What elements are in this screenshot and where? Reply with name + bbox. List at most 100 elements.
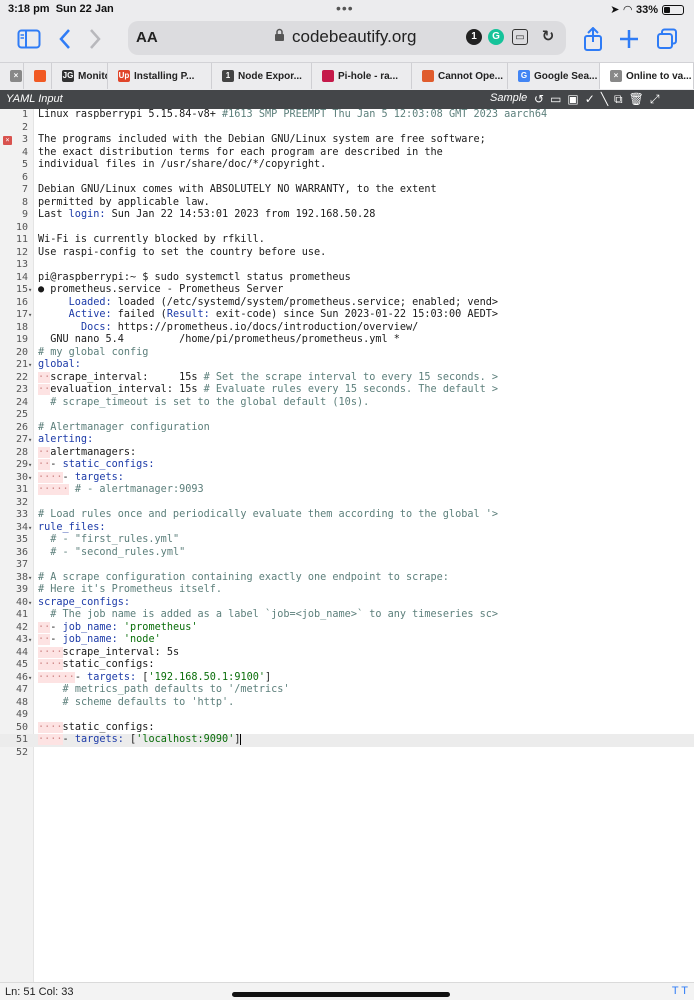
onepassword-icon[interactable]: 1 [466, 29, 482, 45]
code-line[interactable]: 34 ▾ rule_files: [0, 522, 694, 535]
fold-toggle-icon[interactable]: ▾ [28, 459, 32, 472]
sample-button[interactable]: Sample [490, 92, 527, 104]
code-line[interactable]: 42 ··- job_name: 'prometheus' [0, 621, 694, 635]
fold-toggle-icon[interactable]: ▾ [28, 597, 32, 610]
code-line[interactable]: 33 # Load rules once and periodically eva… [0, 509, 694, 522]
code-line[interactable]: 28 ··alertmanagers: [0, 446, 694, 460]
code-line[interactable]: 38 ▾ # A scrape configuration containing e… [0, 572, 694, 585]
format-icon[interactable]: ╲ [601, 92, 608, 107]
fold-toggle-icon[interactable]: ▾ [28, 359, 32, 372]
folder-open-icon[interactable]: ▭ [550, 92, 561, 107]
browser-tab[interactable]: 1 Node Expor... [212, 63, 312, 89]
code-line[interactable]: 9 Last login: Sun Jan 22 14:53:01 2023 fr… [0, 209, 694, 222]
code-line[interactable]: 24 # scrape_timeout is set to the global… [0, 397, 694, 410]
browser-tab[interactable] [24, 63, 52, 89]
code-line[interactable]: 50 ····static_configs: [0, 721, 694, 735]
code-line[interactable]: 7 Debian GNU/Linux comes with ABSOLUTELY … [0, 184, 694, 197]
delete-icon[interactable]: 🗑 [629, 92, 644, 107]
code-line[interactable]: 25 [0, 409, 694, 422]
browser-tab[interactable]: G Google Sea... [508, 63, 600, 89]
fold-toggle-icon[interactable]: ▾ [28, 472, 32, 485]
code-line[interactable]: 2 [0, 122, 694, 135]
code-line[interactable]: 30 ▾ ····- targets: [0, 471, 694, 485]
yaml-editor[interactable]: 1 Linux raspberrypi 5.15.84-v8+ #1613 SMP… [0, 109, 694, 982]
code-line[interactable]: 17 ▾ Active: failed (Result: exit-code) s… [0, 309, 694, 322]
code-line[interactable]: 37 [0, 559, 694, 572]
code-line[interactable]: 4 the exact distribution terms for each p… [0, 147, 694, 160]
font-size-toggle[interactable]: T T [672, 985, 688, 997]
save-icon[interactable]: ▣ [567, 92, 578, 107]
code-line[interactable]: 45 ····static_configs: [0, 659, 694, 672]
jg-icon: JG [62, 70, 74, 82]
code-line[interactable]: 8 permitted by applicable law. [0, 197, 694, 210]
code-line[interactable]: 40 ▾ scrape_configs: [0, 597, 694, 610]
code-line[interactable]: × 3 The programs included with the Debian … [0, 134, 694, 147]
code-line[interactable]: 20 # my global config [0, 347, 694, 360]
grammarly-icon[interactable]: G [488, 29, 504, 45]
fold-toggle-icon[interactable]: ▾ [28, 284, 32, 297]
url-text[interactable]: codebeautify.org [292, 27, 416, 47]
code-line[interactable]: 27 ▾ alerting: [0, 434, 694, 447]
code-area[interactable]: 1 Linux raspberrypi 5.15.84-v8+ #1613 SMP… [0, 109, 694, 759]
code-line[interactable]: 23 ··evaluation_interval: 15s # Evaluate … [0, 384, 694, 397]
fold-toggle-icon[interactable]: ▾ [28, 572, 32, 585]
code-line[interactable]: 14 pi@raspberrypi:~ $ sudo systemctl stat… [0, 272, 694, 285]
home-indicator[interactable] [232, 992, 450, 997]
code-line[interactable]: 12 Use raspi-config to set the country be… [0, 247, 694, 260]
code-line[interactable]: 16 Loaded: loaded (/etc/systemd/system/p… [0, 297, 694, 310]
code-line[interactable]: 1 Linux raspberrypi 5.15.84-v8+ #1613 SMP… [0, 109, 694, 122]
back-icon[interactable] [50, 24, 80, 54]
fullscreen-icon[interactable]: ⤢ [650, 92, 660, 107]
code-line[interactable]: 13 [0, 259, 694, 272]
fold-toggle-icon[interactable]: ▾ [28, 309, 32, 322]
code-line[interactable]: 39 # Here it's Prometheus itself. [0, 584, 694, 597]
browser-tab[interactable]: × Online to va... [600, 63, 694, 89]
new-tab-icon[interactable] [614, 24, 644, 54]
code-line[interactable]: 19 GNU nano 5.4 /home/pi/prometheus/prom… [0, 334, 694, 347]
code-line[interactable]: 31 ····· # - alertmanager:9093 [0, 484, 694, 497]
fold-toggle-icon[interactable]: ▾ [28, 672, 32, 685]
share-icon[interactable] [578, 24, 608, 54]
code-line[interactable]: 44 ····scrape_interval: 5s [0, 646, 694, 660]
tab-overview-icon[interactable] [652, 24, 682, 54]
code-line[interactable]: 11 Wi-Fi is currently blocked by rfkill. [0, 234, 694, 247]
code-line[interactable]: 43 ▾ ··- job_name: 'node' [0, 634, 694, 647]
browser-tab[interactable]: Up Installing P... [108, 63, 212, 89]
history-icon[interactable]: ↺ [534, 92, 544, 107]
fold-toggle-icon[interactable]: ▾ [28, 434, 32, 447]
copy-icon[interactable]: ⧉ [614, 92, 623, 107]
browser-tab[interactable]: Cannot Ope... [412, 63, 508, 89]
code-line[interactable]: 49 [0, 709, 694, 722]
code-line[interactable]: 51 ····- targets: ['localhost:9090'] [0, 734, 694, 747]
code-line[interactable]: 36 # - "second_rules.yml" [0, 547, 694, 560]
reload-icon[interactable]: ↻ [540, 29, 556, 45]
code-line[interactable]: 26 # Alertmanager configuration [0, 422, 694, 435]
code-line[interactable]: 52 [0, 747, 694, 760]
forward-icon[interactable] [80, 24, 110, 54]
browser-tab[interactable]: Pi-hole - ra... [312, 63, 412, 89]
validate-icon[interactable]: ✓ [585, 92, 595, 107]
code-line[interactable]: 22 ··scrape_interval: 15s # Set the scrap… [0, 371, 694, 385]
fold-toggle-icon[interactable]: ▾ [28, 522, 32, 535]
code-line[interactable]: 6 [0, 172, 694, 185]
code-line[interactable]: 47 # metrics_path defaults to '/metrics' [0, 684, 694, 697]
code-line[interactable]: 18 Docs: https://prometheus.io/docs/intr… [0, 322, 694, 335]
code-line[interactable]: 46 ▾ ······- targets: ['192.168.50.1:9100'… [0, 671, 694, 685]
code-line[interactable]: 32 [0, 497, 694, 510]
multitasking-indicator[interactable]: ••• [336, 0, 354, 16]
code-line[interactable]: 41 # The job name is added as a label `j… [0, 609, 694, 622]
code-line[interactable]: 48 # scheme defaults to 'http'. [0, 697, 694, 710]
browser-tab[interactable]: × [0, 63, 24, 89]
code-line[interactable]: 21 ▾ global: [0, 359, 694, 372]
code-line[interactable]: 10 [0, 222, 694, 235]
code-line[interactable]: 35 # - "first_rules.yml" [0, 534, 694, 547]
code-line[interactable]: 15 ▾ ● prometheus.service - Prometheus Ser… [0, 284, 694, 297]
reader-options-button[interactable]: AA [136, 29, 158, 46]
browser-tab[interactable]: JG Monitoring... [52, 63, 108, 89]
address-bar[interactable]: AA codebeautify.org 1 G ▭ ↻ [128, 21, 566, 55]
fold-toggle-icon[interactable]: ▾ [28, 634, 32, 647]
sidebar-icon[interactable] [14, 24, 44, 54]
extension-icon[interactable]: ▭ [512, 29, 528, 45]
code-line[interactable]: 29 ▾ ··- static_configs: [0, 459, 694, 472]
code-line[interactable]: 5 individual files in /usr/share/doc/*/co… [0, 159, 694, 172]
